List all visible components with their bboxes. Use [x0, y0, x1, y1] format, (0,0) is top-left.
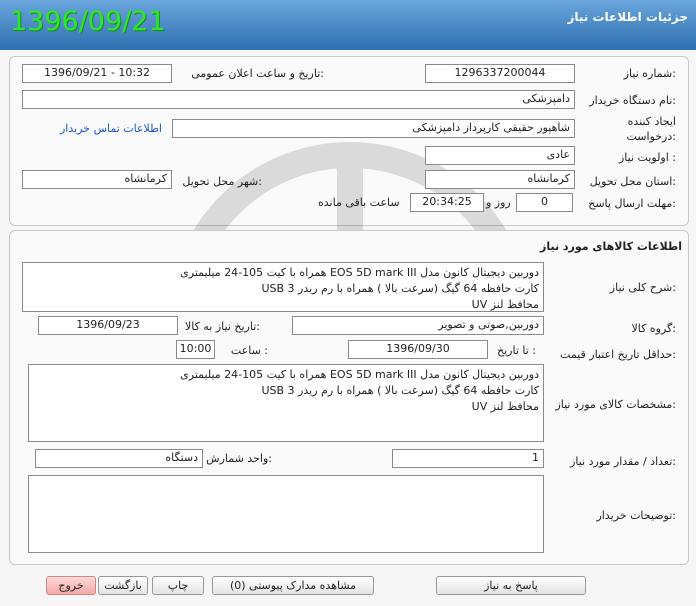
deadline-label: مهلت ارسال پاسخ: [588, 197, 676, 210]
until-date-field: 1396/09/30 [348, 340, 488, 359]
general-desc-line: محافظ لنز UV [471, 298, 539, 311]
announce-datetime-field: 1396/09/21 - 10:32 [22, 64, 172, 83]
creator-label-line2: درخواست: [626, 130, 677, 143]
goods-group-field: دوربین,صوتی و تصویر [292, 316, 544, 335]
back-button[interactable]: بازگشت [98, 576, 148, 595]
buyer-org-label: نام دستگاه خریدار: [589, 94, 676, 107]
buyer-notes-label: توضیحات خریدار: [596, 509, 677, 522]
buyer-org-field: دامپزشکی [22, 90, 575, 109]
creator-label-line1: ایجاد کننده [627, 115, 676, 128]
exit-button[interactable]: خروج [46, 576, 96, 595]
quantity-label: تعداد / مقدار مورد نیاز: [570, 455, 676, 468]
city-label: شهر محل تحویل: [182, 175, 262, 188]
goods-group-label: گروه کالا: [631, 322, 676, 335]
specs-line: محافظ لنز UV [471, 400, 539, 413]
unit-field: دستگاه [35, 449, 203, 468]
day-and-label: روز و [486, 196, 511, 209]
general-desc-line: کارت حافظه 64 گیگ (سرعت بالا ) همراه با … [261, 282, 539, 295]
creator-field: شاهپور حقیقی کارپرداز دامپزشکی [172, 119, 575, 138]
specs-line: کارت حافظه 64 گیگ (سرعت بالا ) همراه با … [261, 384, 539, 397]
page-title: جزئیات اطلاعات نیاز [567, 10, 688, 24]
need-number-label: شماره نیاز: [623, 67, 676, 80]
quantity-field: 1 [392, 449, 544, 468]
priority-field: عادی [425, 146, 575, 165]
need-number-field: 1296337200044 [425, 64, 575, 83]
province-label: استان محل تحویل: [589, 175, 676, 188]
attachments-button[interactable]: مشاهده مدارک پیوستی (0) [212, 576, 374, 595]
unit-label: واحد شمارش: [206, 452, 272, 465]
general-desc-line: دوربین دیجیتال کانون مدل EOS 5D mark III… [180, 266, 539, 279]
need-date-label: تاریخ نیاز به کالا: [185, 320, 260, 333]
buyer-contact-link[interactable]: اطلاعات تماس خریدار [60, 122, 162, 135]
reply-button[interactable]: پاسخ به نیاز [436, 576, 586, 595]
valid-time-label: ساعت : [230, 344, 268, 357]
province-field: کرمانشاه [425, 170, 575, 189]
valid-time-field: 10:00 [176, 340, 215, 359]
specs-box: دوربین دیجیتال کانون مدل EOS 5D mark III… [28, 364, 544, 442]
specs-label: مشخصات کالای مورد نیاز: [555, 398, 676, 411]
general-desc-box: دوربین دیجیتال کانون مدل EOS 5D mark III… [22, 262, 544, 312]
price-valid-label: حداقل تاریخ اعتبار قیمت: [560, 348, 676, 361]
general-desc-label: شرح کلی نیاز: [609, 281, 676, 294]
announce-datetime-label: تاریخ و ساعت اعلان عمومی: [191, 67, 324, 80]
goods-section-title: اطلاعات کالاهای مورد نیاز [540, 240, 682, 253]
print-button[interactable]: چاپ [152, 576, 204, 595]
buyer-notes-box[interactable] [28, 475, 544, 553]
specs-line: دوربین دیجیتال کانون مدل EOS 5D mark III… [180, 368, 539, 381]
date-stamp: 1396/09/21 [10, 6, 166, 37]
need-date-field: 1396/09/23 [38, 316, 178, 335]
until-date-label: تا تاریخ : [497, 344, 536, 357]
city-field: کرمانشاه [22, 170, 172, 189]
deadline-days-field: 0 [516, 193, 573, 212]
priority-label: اولویت نیاز : [618, 151, 676, 164]
remaining-label: ساعت باقی مانده [318, 196, 400, 209]
deadline-time-field: 20:34:25 [410, 193, 484, 212]
